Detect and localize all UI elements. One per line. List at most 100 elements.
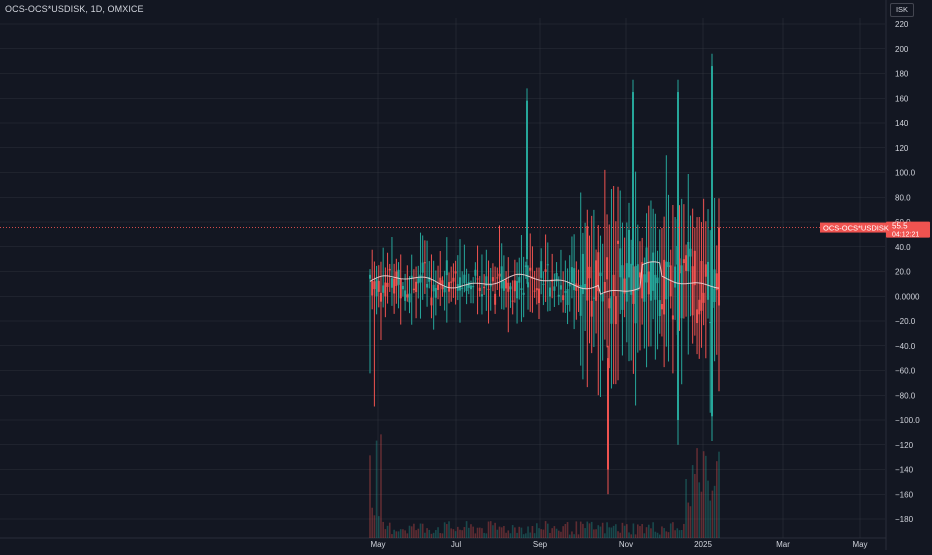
candle-body	[487, 288, 490, 290]
volume-bar	[454, 531, 457, 538]
candle-body	[601, 293, 604, 302]
y-tick-label: −40.0	[895, 342, 916, 351]
candle-body	[437, 284, 440, 290]
y-tick-label: −60.0	[895, 367, 916, 376]
candle-body	[687, 241, 690, 272]
volume-bar	[612, 525, 615, 538]
volume-bar	[553, 526, 556, 538]
volume-bar	[551, 528, 553, 538]
candle-body	[632, 92, 634, 266]
volume-bar	[590, 521, 593, 538]
candle-body	[607, 358, 609, 470]
volume-bar	[593, 529, 595, 538]
volume-bar	[441, 533, 444, 538]
volume-bar	[606, 522, 608, 538]
volume-bar	[669, 523, 672, 538]
candle-body	[660, 304, 663, 310]
volume-bar	[463, 527, 466, 538]
y-tick-label: −180	[895, 515, 914, 524]
volume-bar	[472, 526, 474, 538]
candle-body	[397, 269, 400, 285]
y-tick-label: 100.0	[895, 169, 916, 178]
currency-button[interactable]: ISK	[890, 3, 914, 17]
volume-bar	[634, 534, 637, 538]
volume-bar	[478, 527, 481, 538]
candle-body	[696, 309, 699, 324]
volume-bar	[555, 528, 558, 538]
x-tick-label: May	[852, 540, 867, 549]
volume-bar	[476, 527, 479, 538]
volume-bar	[601, 522, 604, 538]
volume-bar	[599, 526, 602, 538]
volume-bar	[564, 523, 567, 538]
volume-bar	[542, 529, 545, 538]
volume-bar	[395, 531, 398, 538]
y-tick-label: −140	[895, 466, 914, 475]
candle-body	[399, 278, 402, 299]
candle-body	[636, 264, 639, 291]
volume-bar	[525, 533, 527, 538]
volume-bar	[595, 529, 597, 538]
volume-bar	[652, 522, 654, 538]
candle-body	[404, 290, 407, 301]
candle-body	[592, 297, 595, 299]
candle-body	[421, 262, 424, 273]
volume-bar	[384, 529, 387, 538]
volume-bar	[678, 530, 681, 538]
volume-bar	[711, 490, 714, 538]
volume-bar	[465, 521, 468, 538]
volume-bar	[443, 522, 446, 538]
volume-bar	[533, 533, 536, 538]
candle-body	[667, 262, 670, 268]
volume-bar	[487, 521, 490, 538]
volume-bar	[641, 524, 643, 538]
candle-body	[700, 260, 703, 311]
candle-body	[645, 247, 648, 283]
candle-body	[677, 92, 679, 420]
candle-body	[665, 261, 668, 300]
y-tick-label: 180	[895, 70, 909, 79]
volume-bar	[608, 527, 611, 538]
volume-bar	[417, 528, 420, 538]
volume-bar	[489, 521, 492, 538]
candle-body	[498, 273, 501, 277]
volume-bar	[421, 523, 424, 538]
candle-body	[494, 293, 497, 305]
volume-bar	[467, 527, 470, 538]
chart-canvas[interactable]: 220200180160140120100.080.060.040.020.00…	[0, 0, 932, 550]
candle-body	[621, 265, 624, 310]
volume-bar	[402, 529, 404, 538]
volume-bar	[397, 531, 400, 538]
volume-bar	[549, 532, 551, 538]
volume-bar	[709, 500, 712, 538]
candle-body	[557, 294, 560, 297]
volume-bar	[698, 482, 701, 538]
candle-body	[713, 269, 716, 303]
volume-bar	[654, 531, 657, 538]
candle-body	[682, 259, 685, 264]
volume-bar	[483, 532, 485, 538]
volume-bar	[424, 532, 426, 538]
candle-body	[566, 288, 569, 305]
candle-body	[393, 278, 396, 294]
candle-body	[480, 294, 483, 297]
volume-bar	[375, 440, 378, 538]
candle-body	[548, 287, 551, 297]
volume-bar	[430, 533, 433, 538]
volume-bar	[676, 528, 679, 538]
candle-body	[709, 322, 712, 324]
volume-bar	[470, 524, 472, 538]
chart-area[interactable]: 220200180160140120100.080.060.040.020.00…	[0, 0, 932, 550]
volume-bar	[656, 532, 659, 538]
candle-body	[382, 285, 385, 293]
volume-bar	[450, 528, 453, 538]
volume-bar	[509, 533, 512, 538]
volume-bar	[639, 526, 641, 538]
candle-body	[448, 282, 451, 292]
volume-bar	[540, 529, 543, 538]
candle-body	[379, 292, 382, 302]
candle-body	[628, 230, 631, 278]
candle-body	[430, 297, 433, 306]
volume-bar	[615, 524, 617, 538]
volume-bar	[694, 474, 696, 538]
